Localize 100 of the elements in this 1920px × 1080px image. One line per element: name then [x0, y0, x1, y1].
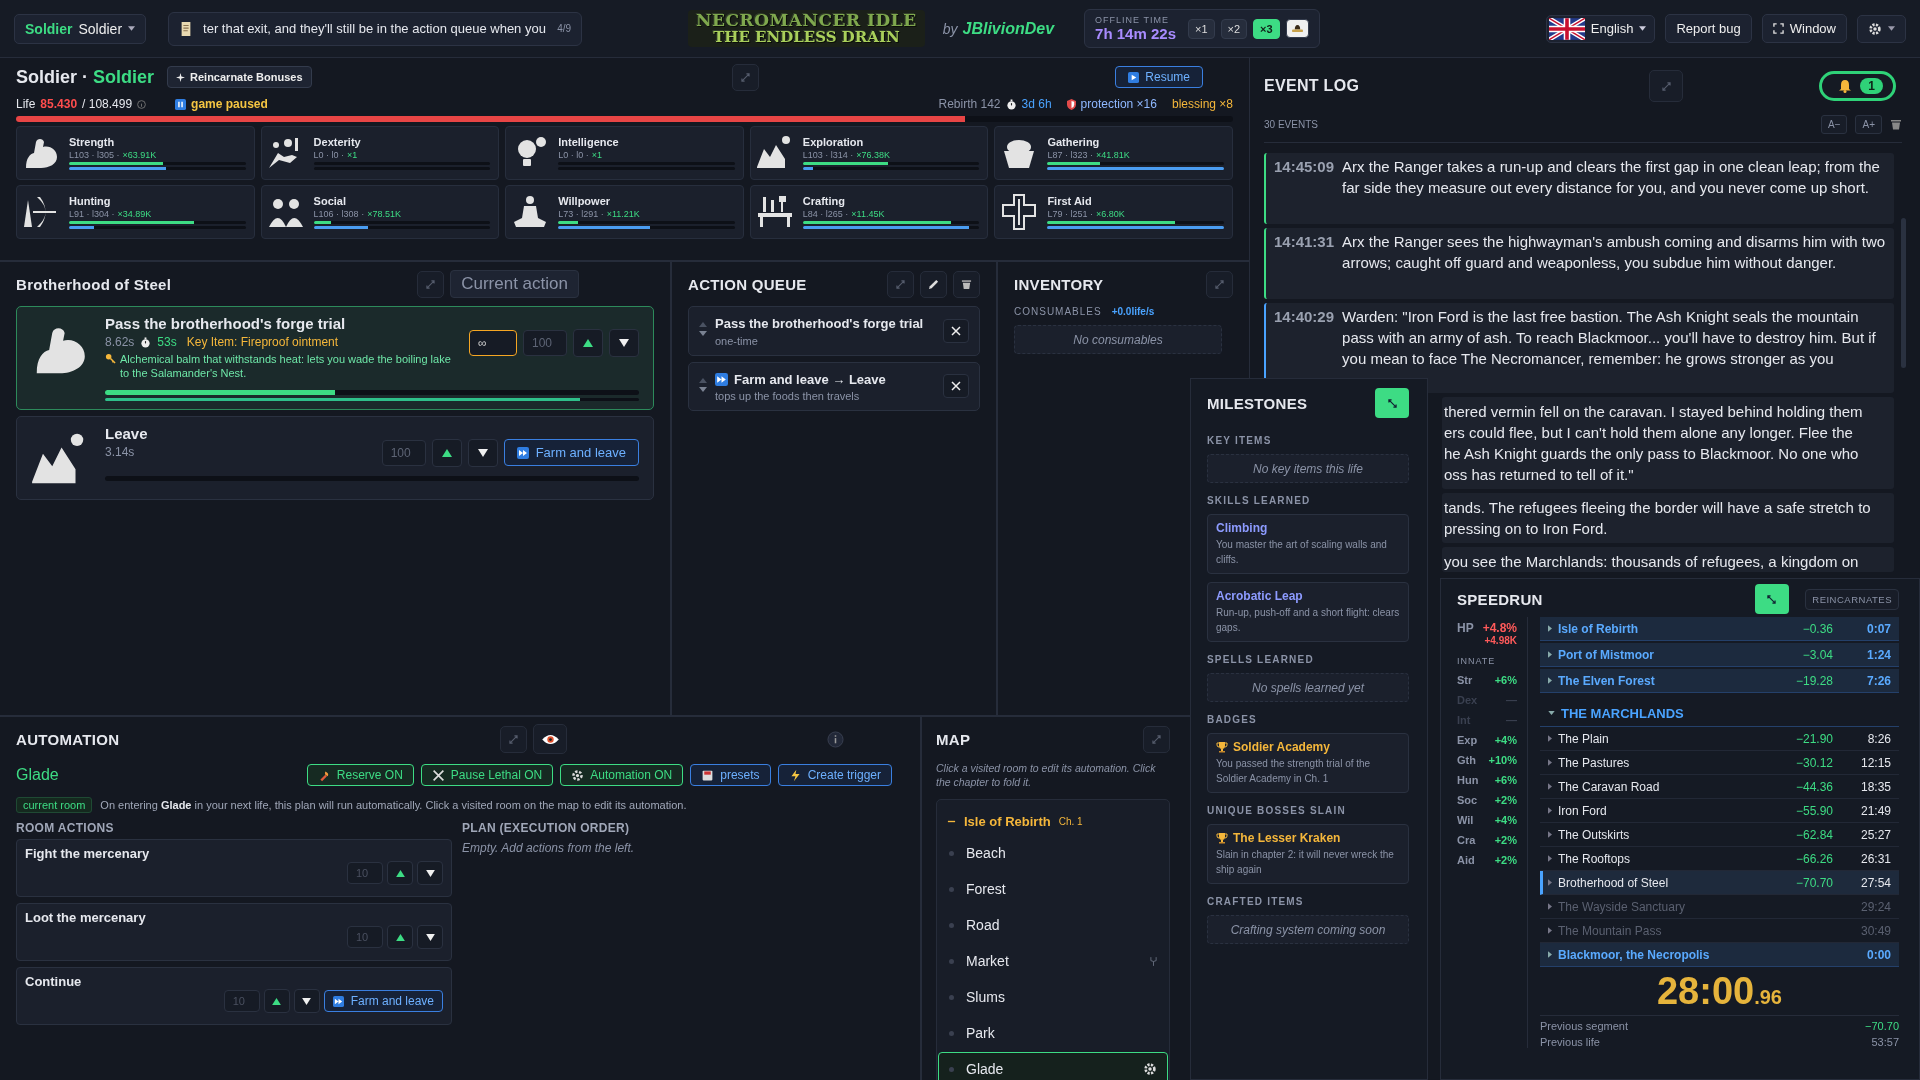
reincarnate-bonuses-button[interactable]: Reincarnate Bonuses: [167, 66, 312, 88]
decrease-font-button[interactable]: A−: [1820, 114, 1848, 134]
map-room[interactable]: Beach: [938, 836, 1168, 871]
milestone-name: Climbing: [1216, 521, 1268, 535]
map-room[interactable]: Glade: [938, 1052, 1168, 1080]
skill-card[interactable]: Hunting L91 · l304 · ×34.89K: [16, 185, 255, 239]
skill-name: Willpower: [558, 195, 612, 207]
speed-button[interactable]: ×2: [1220, 18, 1248, 39]
chapter-segment-row[interactable]: Blackmoor, the Necropolis 0:00: [1540, 943, 1899, 967]
skill-multiplier: ×41.81K: [1095, 150, 1130, 160]
reorder-arrows-icon[interactable]: [699, 322, 707, 337]
move-up-button[interactable]: [263, 989, 290, 1013]
chapter-heading-row[interactable]: THE MARCHLANDS: [1540, 700, 1899, 727]
action-card[interactable]: Pass the brotherhood's forge trial 8.62s 53s Key Item: Fireproof ointment Alchemical balm that withstands heat: lets you wade the boiling lake to the Salamander's Nest. ∞ 100: [16, 306, 654, 410]
queue-item[interactable]: Pass the brotherhood's forge trial one-time: [688, 306, 980, 356]
up-triangle-icon: [583, 339, 593, 347]
skill-card[interactable]: Social L106 · l308 · ×78.51K: [260, 185, 500, 239]
report-bug-button[interactable]: Report bug: [1665, 14, 1752, 43]
reincarnates-button[interactable]: REINCARNATES: [1805, 588, 1899, 610]
toggle-button[interactable]: Pause Lethal ON: [420, 764, 554, 786]
segment-time: 25:27: [1859, 827, 1891, 842]
segment-time: 0:07: [1865, 621, 1891, 636]
settings-icon[interactable]: [1143, 1062, 1157, 1077]
segment-row[interactable]: The Pastures −30.12 12:15: [1540, 751, 1899, 775]
move-down-button[interactable]: [467, 438, 498, 467]
hat-button[interactable]: [1285, 19, 1309, 38]
resume-button[interactable]: Resume: [1115, 66, 1203, 88]
map-room[interactable]: Market: [938, 944, 1168, 979]
shield-icon: [1066, 98, 1076, 110]
skill-card[interactable]: Intelligence L0 · l0 · ×1: [505, 126, 744, 180]
speed-button[interactable]: ×1: [1188, 18, 1215, 39]
dot-icon: [949, 1030, 954, 1036]
collapse-button[interactable]: [1375, 388, 1409, 418]
increase-font-button[interactable]: A+: [1855, 114, 1882, 134]
trash-icon[interactable]: [1890, 117, 1902, 131]
remove-button[interactable]: [943, 318, 969, 343]
window-button[interactable]: Window: [1761, 14, 1847, 43]
byline-text: by: [942, 20, 958, 37]
skill-card[interactable]: Exploration L103 · l314 · ×76.38K: [749, 126, 989, 180]
skill-card[interactable]: Gathering L87 · l323 · ×41.81K: [994, 126, 1233, 180]
chapter-segment-row[interactable]: Isle of Rebirth −0.36 0:07: [1540, 617, 1899, 641]
action-card[interactable]: Leave 3.14s 100 Farm and leave: [16, 415, 654, 500]
move-up-button[interactable]: [573, 329, 603, 357]
edit-button[interactable]: [920, 270, 947, 298]
move-up-button[interactable]: [387, 861, 413, 885]
action-button[interactable]: Create trigger: [777, 764, 892, 786]
map-room[interactable]: Park: [938, 1016, 1168, 1051]
segment-row[interactable]: Brotherhood of Steel −70.70 27:54: [1540, 871, 1899, 895]
empty-state: Crafting system coming soon: [1207, 915, 1409, 944]
skill-card[interactable]: Strength L103 · l305 · ×63.91K: [16, 126, 255, 180]
character-select[interactable]: Soldier Soldier: [14, 13, 147, 44]
move-down-button[interactable]: [293, 989, 320, 1013]
segment-row[interactable]: Iron Ford −55.90 21:49: [1540, 799, 1899, 823]
skill-card[interactable]: First Aid L79 · l251 · ×6.80K: [994, 185, 1233, 239]
current-action-button[interactable]: Current action: [450, 270, 579, 298]
move-up-button[interactable]: [431, 438, 462, 467]
move-down-button[interactable]: [417, 925, 443, 949]
chapter-row[interactable]: Isle of Rebirth Ch. 1: [937, 806, 1169, 837]
skill-name: Gathering: [1047, 136, 1101, 148]
segment-delta: −44.36: [1794, 779, 1833, 794]
collapse-icon: [1767, 594, 1777, 604]
repeat-field[interactable]: ∞: [469, 330, 517, 356]
segment-row[interactable]: The Plain −21.90 8:26: [1540, 727, 1899, 751]
info-icon[interactable]: [827, 730, 844, 748]
skill-multiplier: ×63.91K: [122, 150, 157, 160]
farm-and-leave-button[interactable]: Farm and leave: [323, 990, 443, 1012]
action-button[interactable]: presets: [690, 764, 771, 786]
visibility-button[interactable]: [533, 724, 568, 754]
move-down-button[interactable]: [609, 329, 639, 357]
settings-button[interactable]: [1857, 14, 1906, 43]
collapse-button[interactable]: [1754, 584, 1789, 614]
segment-name: Brotherhood of Steel: [1558, 875, 1670, 890]
move-up-button[interactable]: [387, 925, 413, 949]
language-select[interactable]: English: [1545, 14, 1656, 43]
event-text: Arx the Ranger sees the highwayman's ambush coming and disarms him with two arrows; caught off guard and weaponless, you subdue him without danger.: [1342, 232, 1886, 273]
skill-card[interactable]: Willpower L73 · l291 · ×11.21K: [505, 185, 744, 239]
reorder-arrows-icon[interactable]: [699, 377, 707, 392]
queue-item[interactable]: Farm and leave → Leave tops up the foods then travels: [688, 361, 980, 412]
segment-row[interactable]: The Outskirts −62.84 25:27: [1540, 823, 1899, 847]
farm-and-leave-button[interactable]: Farm and leave: [503, 439, 639, 467]
toggle-button[interactable]: Automation ON: [560, 764, 684, 786]
toggle-button[interactable]: Reserve ON: [306, 764, 414, 786]
chapter-segment-row[interactable]: Port of Mistmoor −3.04 1:24: [1540, 643, 1899, 667]
speed-button[interactable]: ×3: [1253, 18, 1280, 39]
skill-stats: L79 · l251 ·: [1047, 209, 1093, 219]
skill-card[interactable]: Dexterity L0 · l0 · ×1: [260, 126, 500, 180]
map-room[interactable]: Forest: [938, 872, 1168, 907]
remove-button[interactable]: [943, 374, 969, 399]
move-down-button[interactable]: [417, 861, 443, 885]
notifications-button[interactable]: 1: [1819, 71, 1896, 101]
clear-queue-button[interactable]: [953, 270, 980, 298]
fast-forward-icon: [715, 372, 728, 386]
map-room[interactable]: Road: [938, 908, 1168, 943]
segment-row[interactable]: The Caravan Road −44.36 18:35: [1540, 775, 1899, 799]
skill-multiplier: ×78.51K: [367, 209, 401, 219]
chapter-segment-row[interactable]: The Elven Forest −19.28 7:26: [1540, 669, 1899, 693]
skill-card[interactable]: Crafting L84 · l265 · ×11.45K: [749, 185, 989, 239]
character-name: Soldier: [16, 66, 77, 88]
map-room[interactable]: Slums: [938, 980, 1168, 1015]
skill-name: Exploration: [802, 136, 865, 148]
